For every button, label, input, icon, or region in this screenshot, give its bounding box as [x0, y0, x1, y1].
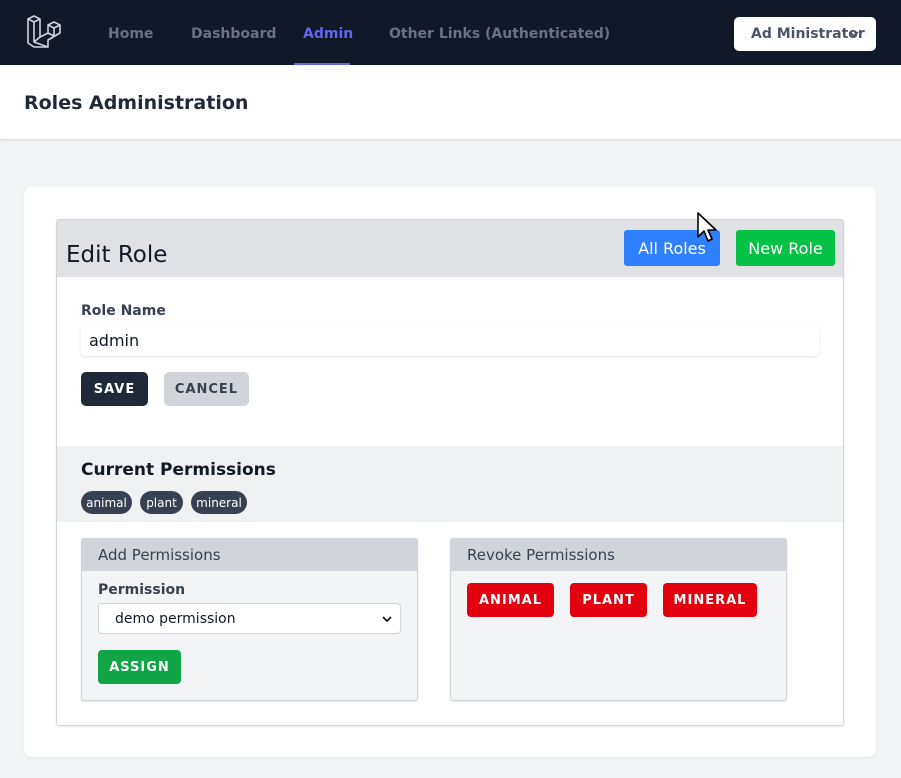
permission-select[interactable]: demo permission	[98, 603, 401, 634]
page-header: Roles Administration	[0, 65, 901, 139]
revoke-permissions-header: Revoke Permissions	[451, 539, 786, 571]
role-name-value: admin	[89, 330, 140, 350]
nav-link-other-links[interactable]: Other Links (Authenticated)	[389, 26, 610, 42]
revoke-mineral-button[interactable]: MINERAL	[663, 583, 757, 617]
new-role-button[interactable]: New Role	[736, 230, 835, 266]
current-permissions-section: Current Permissions animal plant mineral	[57, 446, 843, 522]
save-button[interactable]: SAVE	[81, 372, 148, 406]
permission-badge-mineral: mineral	[191, 491, 247, 514]
revoke-permissions-panel: Revoke Permissions ANIMAL PLANT MINERAL	[450, 538, 787, 701]
nav-link-dashboard[interactable]: Dashboard	[191, 26, 276, 42]
user-menu-button[interactable]: Ad Ministrator	[734, 17, 876, 51]
cancel-button[interactable]: CANCEL	[164, 372, 249, 406]
edit-role-header: Edit Role All Roles New Role	[57, 220, 843, 277]
assign-button[interactable]: ASSIGN	[98, 650, 181, 684]
permission-label: Permission	[98, 582, 186, 598]
page-title: Roles Administration	[24, 92, 249, 114]
role-name-label: Role Name	[81, 303, 166, 319]
revoke-animal-button[interactable]: ANIMAL	[467, 583, 554, 617]
chevron-down-icon	[849, 31, 859, 38]
add-permissions-panel: Add Permissions Permission demo permissi…	[81, 538, 418, 701]
edit-role-panel: Edit Role All Roles New Role Role Name a…	[56, 219, 844, 726]
edit-role-title: Edit Role	[66, 242, 168, 268]
nav-link-admin[interactable]: Admin	[303, 26, 353, 42]
top-navbar: Home Dashboard Admin Other Links (Authen…	[0, 0, 901, 65]
revoke-plant-button[interactable]: PLANT	[570, 583, 647, 617]
current-permissions-title: Current Permissions	[81, 460, 276, 480]
permission-select-value: demo permission	[115, 610, 236, 627]
add-permissions-title: Add Permissions	[98, 546, 221, 564]
mouse-pointer-icon	[697, 212, 717, 242]
permission-badge-plant: plant	[140, 491, 183, 514]
laravel-logo-icon[interactable]	[26, 15, 62, 51]
add-permissions-header: Add Permissions	[82, 539, 417, 571]
chevron-down-icon	[382, 616, 392, 623]
permission-badge-animal: animal	[81, 491, 132, 514]
nav-link-home[interactable]: Home	[108, 26, 153, 42]
role-name-input[interactable]: admin	[81, 324, 819, 356]
revoke-permissions-title: Revoke Permissions	[467, 546, 615, 564]
